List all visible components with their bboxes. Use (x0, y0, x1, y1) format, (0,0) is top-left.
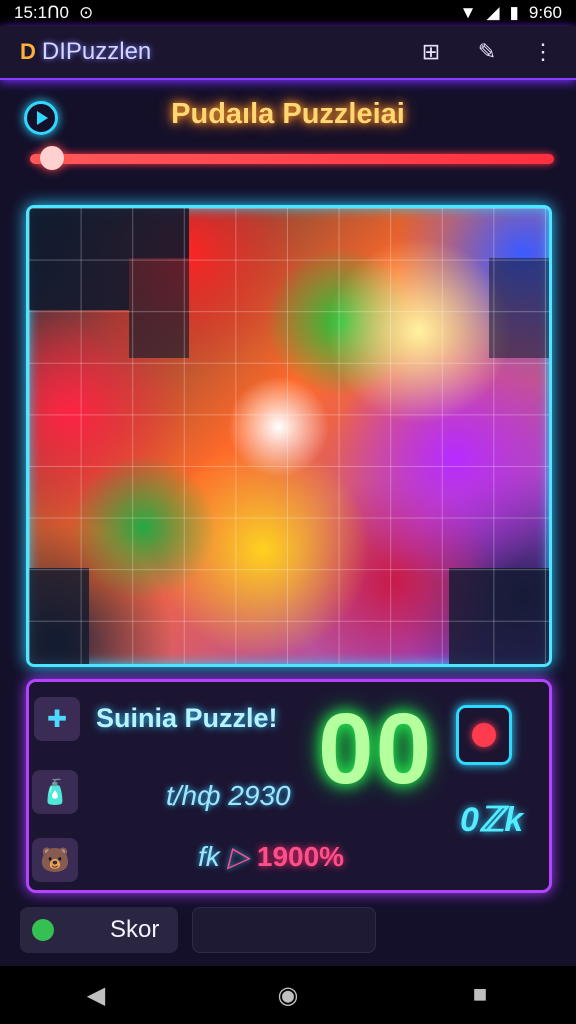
status-right-time: 9:60 (528, 3, 562, 22)
progress-slider-track[interactable] (30, 154, 554, 164)
home-icon[interactable]: ◉ (273, 980, 303, 1010)
notification-icon: ⊙ (78, 3, 94, 22)
play-arrow-icon: ▷ (227, 841, 250, 872)
empty-button-slot[interactable] (192, 907, 376, 953)
app-logo-icon: D (20, 39, 36, 64)
app-title: DIPuzzlen (41, 38, 152, 65)
right-value: 0ℤk (460, 801, 524, 839)
puzzle-pieces-icon[interactable]: ⊞ (418, 39, 444, 65)
bag-icon[interactable]: 🧴 (32, 770, 78, 814)
page-title: Pudaıla Puzzleiai (171, 98, 405, 130)
app-bar: D DIPuzzlen ⊞ ✎ ⋮ (0, 26, 576, 80)
more-vert-icon[interactable]: ⋮ (530, 39, 556, 65)
target-button[interactable] (456, 705, 512, 765)
target-icon (472, 723, 496, 747)
puzzle-board[interactable] (26, 205, 552, 667)
system-nav-bar: ◀ ◉ ■ (0, 966, 576, 1024)
battery-icon: ▮ (509, 3, 519, 22)
progress-slider-thumb[interactable] (40, 146, 65, 170)
skor-button[interactable]: Skor (20, 907, 178, 953)
back-icon[interactable]: ◀ (81, 980, 111, 1010)
status-time: 15:1ᑎ0 (14, 3, 69, 22)
stat-line-2: fk ▷ 1900% (198, 840, 344, 873)
character-avatar[interactable]: 🐻 (32, 838, 78, 882)
status-bar: 15:1ᑎ0 ⊙ ▼ ◢ ▮ 9:60 (0, 0, 576, 26)
recents-icon[interactable]: ■ (465, 980, 495, 1010)
skor-label: Skor (110, 916, 160, 943)
percent-value: 1900% (256, 841, 345, 872)
wifi-icon: ▼ (459, 3, 477, 22)
puzzle-grid (29, 208, 549, 664)
stat-line-2-prefix: fk (198, 841, 220, 872)
add-piece-icon[interactable]: ✚ (34, 697, 80, 741)
score-value: 00 (318, 693, 434, 805)
edit-brush-icon[interactable]: ✎ (474, 39, 500, 65)
refresh-icon (32, 919, 54, 941)
panel-title: Suinia Puzzle! (96, 703, 278, 733)
signal-icon: ◢ (486, 3, 500, 22)
stat-line-1: t/hф 2930 (166, 780, 291, 811)
